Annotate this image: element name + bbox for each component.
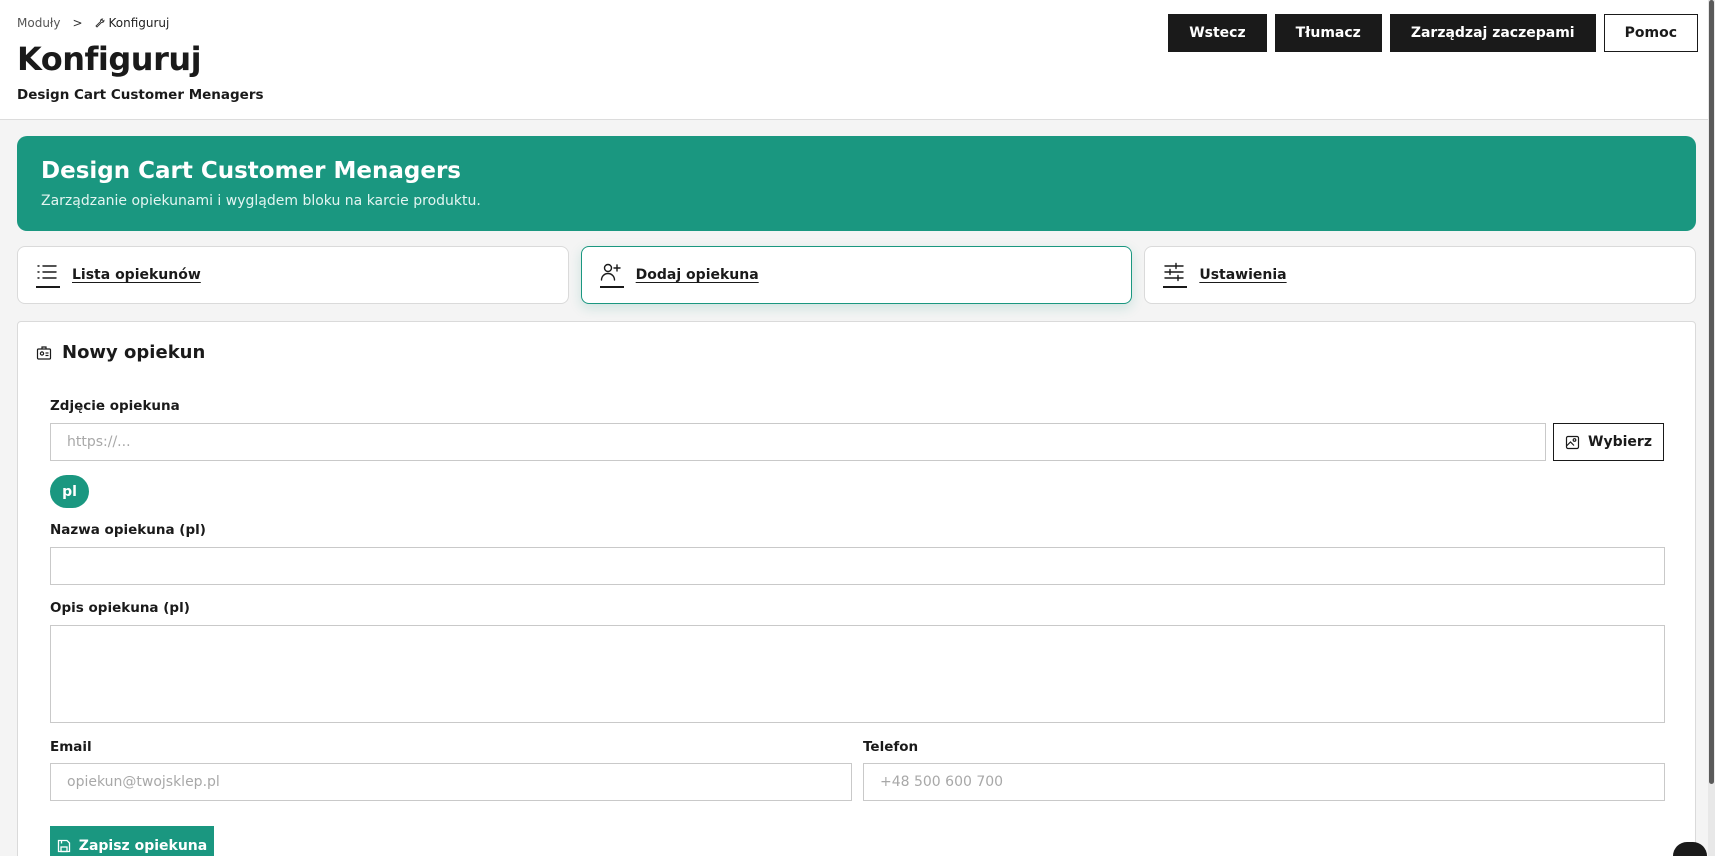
name-input[interactable] bbox=[50, 547, 1665, 585]
wrench-icon bbox=[94, 18, 104, 28]
new-customer-panel: Nowy opiekun Zdjęcie opiekuna Wybierz pl… bbox=[17, 321, 1696, 856]
description-textarea[interactable] bbox=[50, 625, 1665, 723]
panel-title: Nowy opiekun bbox=[62, 342, 206, 363]
page-title: Konfiguruj bbox=[17, 40, 202, 78]
breadcrumb-current: Konfiguruj bbox=[94, 16, 170, 30]
email-input[interactable] bbox=[50, 763, 852, 801]
email-label: Email bbox=[50, 739, 92, 755]
user-plus-icon bbox=[599, 262, 624, 288]
tab-bar: Lista opiekunów Dodaj opiekuna Ustawieni… bbox=[17, 246, 1697, 304]
photo-label: Zdjęcie opiekuna bbox=[50, 398, 180, 414]
help-button[interactable]: Pomoc bbox=[1603, 14, 1698, 52]
toolbar: Wstecz Tłumacz Zarządzaj zaczepami Pomoc bbox=[1168, 14, 1698, 52]
back-button[interactable]: Wstecz bbox=[1168, 14, 1267, 52]
breadcrumb: Moduły > Konfiguruj bbox=[17, 16, 169, 30]
translate-button[interactable]: Tłumacz bbox=[1274, 14, 1382, 52]
tab-settings[interactable]: Ustawienia bbox=[1144, 246, 1697, 304]
banner-description: Zarządzanie opiekunami i wyglądem bloku … bbox=[41, 193, 481, 209]
language-badge[interactable]: pl bbox=[50, 475, 89, 508]
breadcrumb-current-label: Konfiguruj bbox=[108, 16, 170, 30]
module-banner: Design Cart Customer Menagers Zarządzani… bbox=[17, 136, 1696, 231]
breadcrumb-separator: > bbox=[72, 16, 83, 30]
tab-label: Lista opiekunów bbox=[72, 267, 201, 283]
description-label: Opis opiekuna (pl) bbox=[50, 600, 190, 616]
page-header: Moduły > Konfiguruj Konfiguruj Design Ca… bbox=[0, 0, 1708, 120]
page-scrollbar[interactable] bbox=[1708, 0, 1715, 856]
scrollbar-thumb[interactable] bbox=[1709, 0, 1714, 784]
tab-add-customer[interactable]: Dodaj opiekuna bbox=[580, 246, 1133, 304]
panel-header: Nowy opiekun bbox=[36, 342, 205, 363]
banner-title: Design Cart Customer Menagers bbox=[41, 158, 461, 184]
choose-photo-label: Wybierz bbox=[1588, 434, 1652, 450]
name-label: Nazwa opiekuna (pl) bbox=[50, 522, 206, 538]
page-subtitle: Design Cart Customer Menagers bbox=[17, 87, 264, 103]
photo-url-input[interactable] bbox=[50, 423, 1546, 461]
tab-label: Dodaj opiekuna bbox=[635, 267, 759, 283]
save-customer-button[interactable]: Zapisz opiekuna bbox=[50, 826, 214, 856]
list-icon bbox=[36, 262, 60, 288]
save-customer-label: Zapisz opiekuna bbox=[78, 838, 208, 854]
image-icon bbox=[1565, 435, 1580, 449]
help-chat-widget[interactable] bbox=[1673, 842, 1707, 856]
tab-label: Ustawienia bbox=[1199, 267, 1287, 283]
breadcrumb-modules-link[interactable]: Moduły bbox=[17, 16, 60, 30]
phone-label: Telefon bbox=[863, 739, 919, 755]
tab-customer-list[interactable]: Lista opiekunów bbox=[17, 246, 569, 304]
choose-photo-button[interactable]: Wybierz bbox=[1553, 423, 1664, 461]
phone-input[interactable] bbox=[863, 763, 1665, 801]
id-card-icon bbox=[36, 345, 52, 360]
manage-hooks-button[interactable]: Zarządzaj zaczepami bbox=[1389, 14, 1596, 52]
save-icon bbox=[57, 839, 70, 853]
sliders-icon bbox=[1163, 262, 1188, 288]
